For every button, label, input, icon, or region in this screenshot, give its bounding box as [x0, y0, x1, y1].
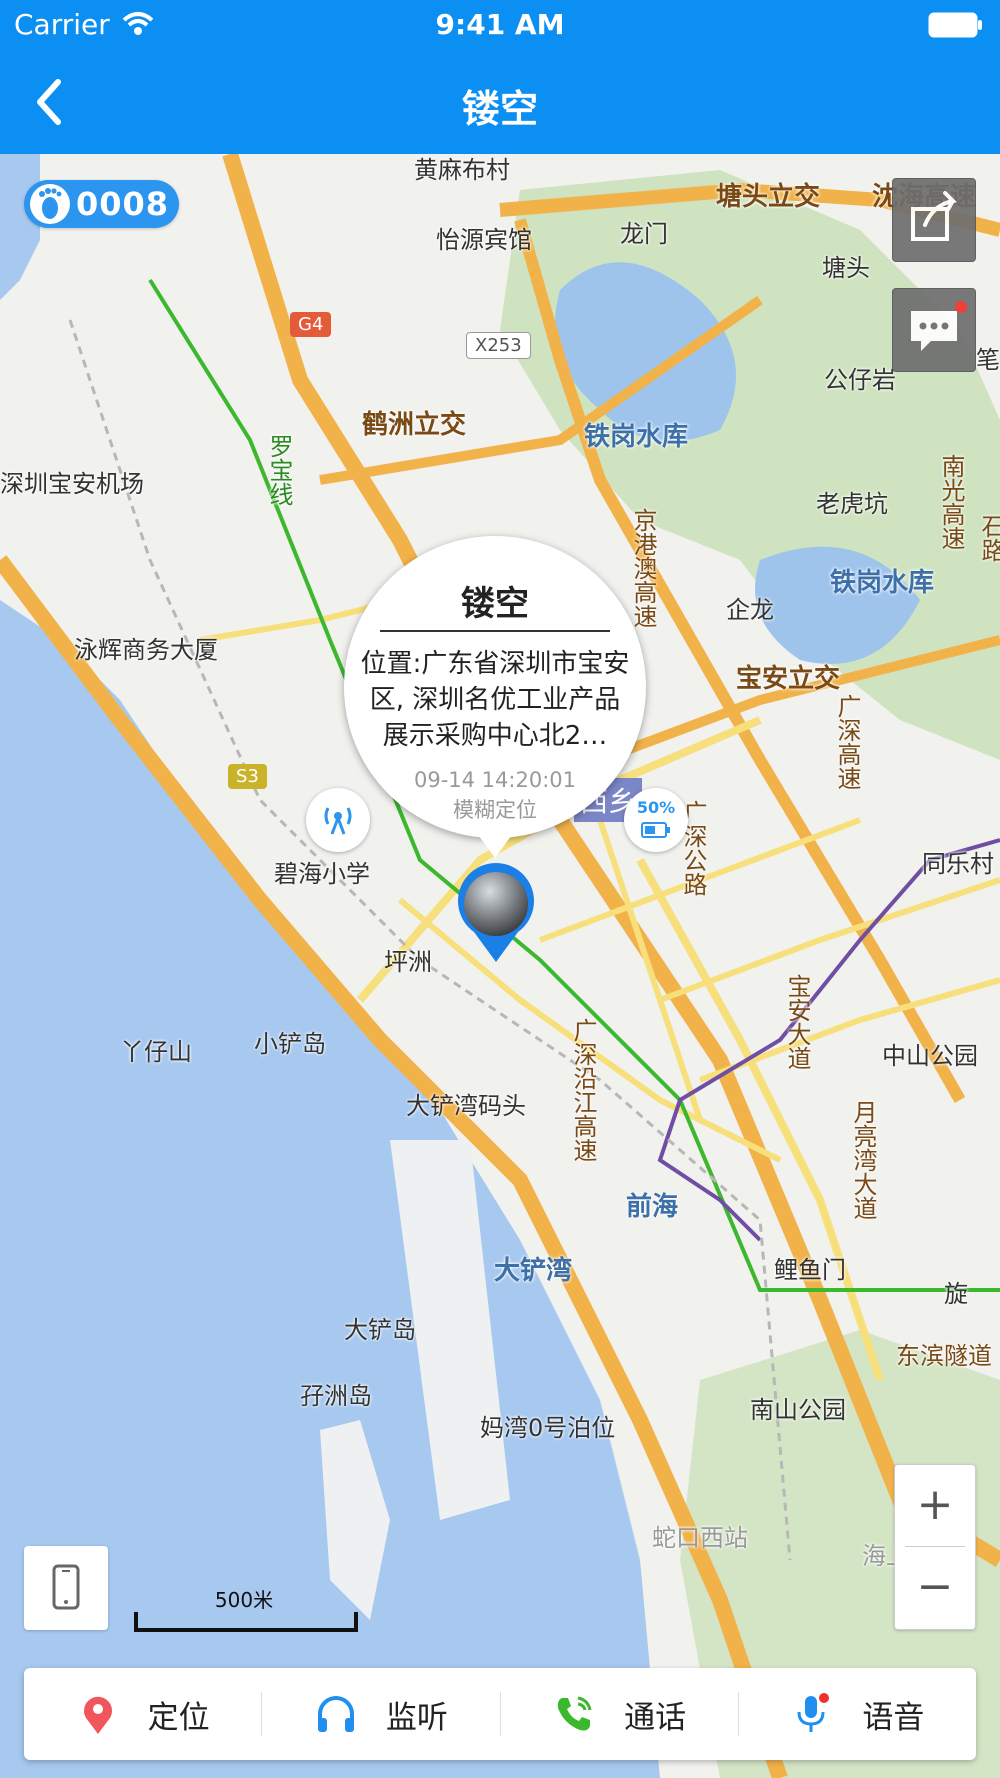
- share-icon: [911, 191, 958, 241]
- map-label: 深圳宝安机场: [0, 470, 144, 498]
- nav-bar: 镂空: [0, 50, 1000, 154]
- chat-icon: [911, 301, 967, 351]
- map-base: [0, 154, 1000, 1778]
- map-label: 泳辉商务大厦: [74, 636, 218, 664]
- map-label: 鹤洲立交: [362, 410, 467, 440]
- map-label: 怡源宾馆: [436, 226, 532, 254]
- map-label: 广深沿江高速: [569, 1018, 597, 1162]
- locate-label: 定位: [147, 1699, 210, 1736]
- map-label: 宝安立交: [736, 664, 841, 694]
- battery-status: 50%: [624, 788, 688, 852]
- monitor-label: 监听: [385, 1699, 448, 1736]
- map-label: 龙门: [620, 220, 668, 248]
- action-bar: 定位 监听 通话 语音: [24, 1668, 976, 1760]
- mobile-phone-icon: [52, 1564, 80, 1610]
- map-label: 碧海小学: [274, 860, 370, 888]
- map-scale: 500米: [134, 1584, 358, 1634]
- map-label: 坪洲: [384, 948, 432, 976]
- device-location-marker[interactable]: [454, 862, 538, 964]
- map-label: 铁岗水库: [830, 568, 935, 598]
- map-label: 老虎坑: [816, 490, 888, 518]
- scale-bar: [134, 1612, 358, 1632]
- location-popup[interactable]: 镂空 位置:广东省深圳市宝安区, 深圳名优工业产品展示采购中心北2… 09-14…: [344, 536, 646, 858]
- map-label: 前海: [626, 1192, 679, 1222]
- map-label: 塘头: [822, 254, 870, 282]
- share-button[interactable]: [892, 178, 976, 262]
- headphones-icon: [317, 1696, 354, 1732]
- step-counter[interactable]: 0008: [24, 180, 180, 228]
- status-bar: Carrier 9:41 AM: [0, 0, 1000, 50]
- map-label: 企龙: [726, 596, 774, 624]
- battery-icon: [928, 12, 982, 38]
- device-button[interactable]: [24, 1546, 108, 1630]
- road-sign-g4: G4: [290, 312, 332, 337]
- map-label: 小铲岛: [254, 1030, 326, 1058]
- map-label: 蛇口西站: [652, 1524, 748, 1552]
- message-button[interactable]: [892, 288, 976, 372]
- popup-time: 09-14 14:20:01: [413, 768, 576, 792]
- status-time: 9:41 AM: [435, 8, 565, 41]
- footprint-icon: [30, 184, 70, 224]
- map-label: 大铲湾: [494, 1256, 573, 1286]
- map-label: 南山公园: [750, 1396, 846, 1424]
- call-button[interactable]: 通话: [501, 1668, 738, 1760]
- map-label: 大铲湾码头: [406, 1092, 526, 1120]
- popup-location-type: 模糊定位: [453, 798, 537, 822]
- battery-level-icon: [641, 822, 670, 838]
- map-label: 月亮湾大道: [849, 1100, 877, 1220]
- map-label: 南光高速: [937, 454, 965, 550]
- road-sign-x253: X253: [466, 332, 531, 359]
- map-label: 宝安大道: [783, 974, 811, 1070]
- scale-label: 500米: [214, 1588, 274, 1612]
- map-label: 笔: [976, 346, 1000, 374]
- page-title: 镂空: [461, 87, 538, 131]
- map-label: 广深高速: [833, 694, 861, 790]
- locate-button[interactable]: 定位: [24, 1668, 261, 1760]
- map-label: 妈湾0号泊位: [480, 1414, 616, 1442]
- signal-tower-icon: [324, 807, 352, 835]
- popup-divider: [380, 630, 610, 632]
- call-label: 通话: [624, 1699, 687, 1736]
- map-label: 石路: [977, 514, 1000, 562]
- map-label: 东滨隧道: [896, 1342, 992, 1370]
- map-label: 塘头立交: [716, 182, 821, 212]
- map-label: 黄麻布村: [414, 156, 510, 184]
- voice-label: 语音: [862, 1699, 925, 1736]
- map-label: 大铲岛: [344, 1316, 416, 1344]
- battery-percent: 50%: [636, 798, 676, 817]
- step-count: 0008: [76, 185, 170, 223]
- monitor-button[interactable]: 监听: [262, 1668, 499, 1760]
- map-label: 旋: [944, 1280, 968, 1308]
- map-label: 丫仔山: [120, 1038, 192, 1066]
- map-label: 孖洲岛: [300, 1382, 372, 1410]
- map-label: 同乐村: [922, 850, 994, 878]
- zoom-out-button[interactable]: −: [895, 1547, 975, 1629]
- map-label: 中山公园: [882, 1042, 978, 1070]
- popup-title: 镂空: [461, 584, 529, 624]
- map-label: 铁岗水库: [584, 422, 689, 452]
- phone-call-icon: [557, 1696, 592, 1731]
- microphone-icon: [797, 1693, 830, 1732]
- map-label: 鲤鱼门: [774, 1256, 846, 1284]
- map-label: 公仔岩: [824, 366, 896, 394]
- map-label: 罗宝线: [265, 434, 293, 506]
- road-sign-s3: S3: [228, 764, 267, 789]
- voice-button[interactable]: 语音: [739, 1668, 976, 1760]
- popup-address: 位置:广东省深圳市宝安区, 深圳名优工业产品展示采购中心北2…: [360, 649, 630, 751]
- map-view[interactable]: 黄麻布村 塘头立交 沈海高速 怡源宾馆 龙门 塘头 G4 X253 公仔岩 笔 …: [0, 154, 1000, 1778]
- signal-button[interactable]: [306, 788, 370, 852]
- zoom-control: + −: [894, 1464, 976, 1630]
- zoom-in-button[interactable]: +: [895, 1465, 975, 1547]
- location-pin-icon: [83, 1696, 112, 1734]
